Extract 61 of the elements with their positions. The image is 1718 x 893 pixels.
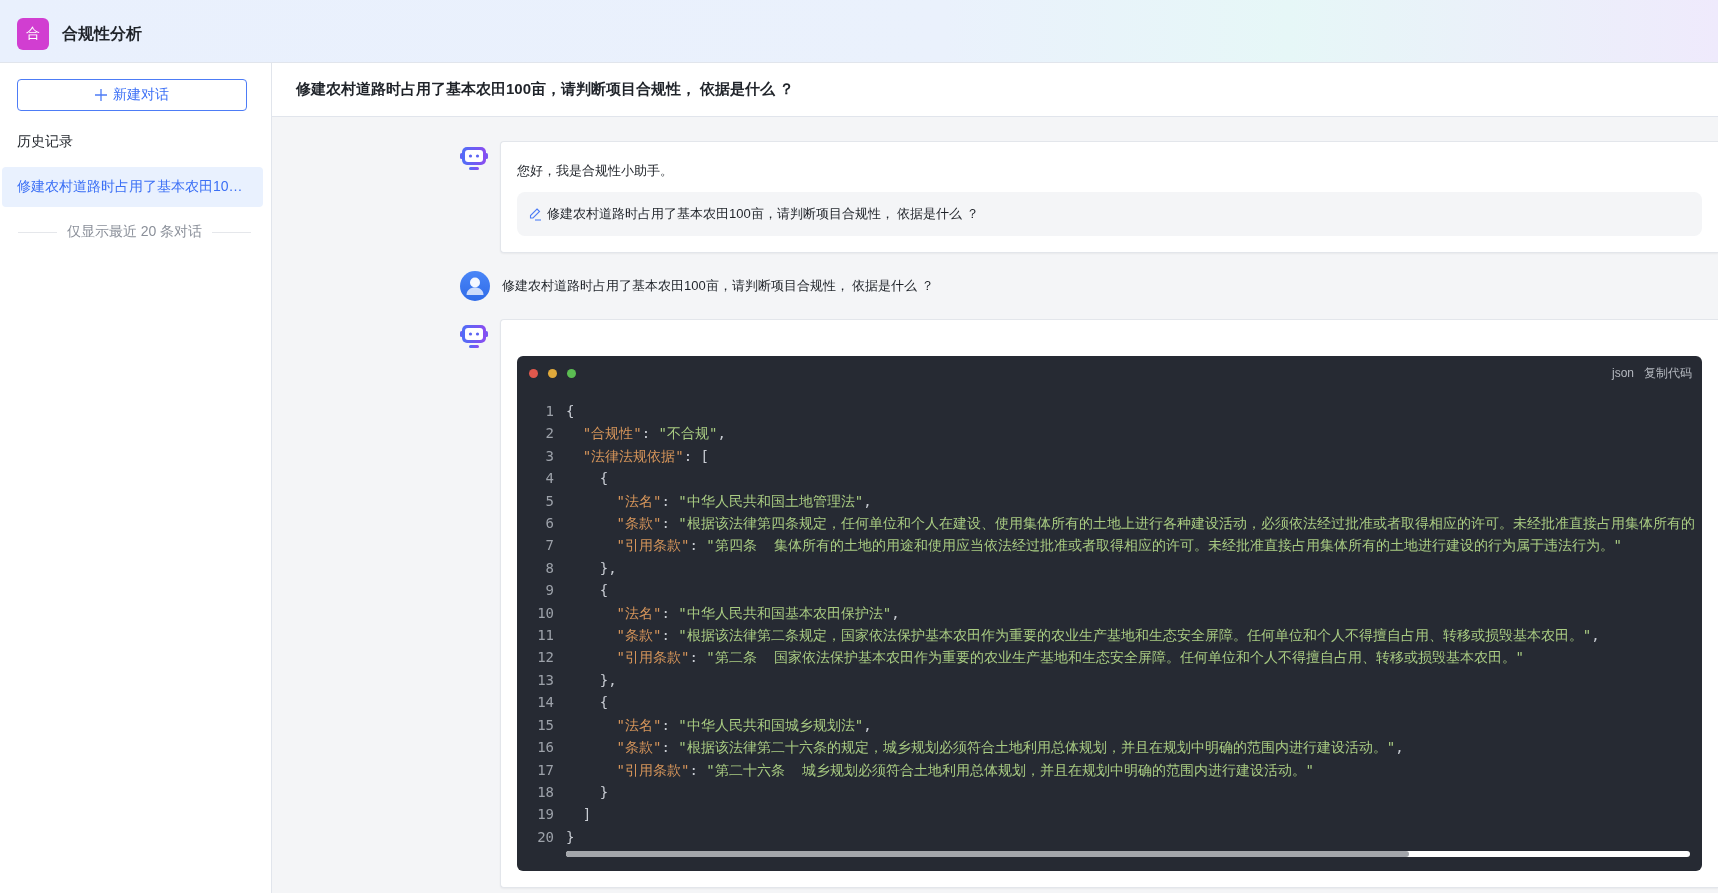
code-line: }, xyxy=(598,558,618,578)
code-line: "引用条款": "第四条 集体所有的土地的用途和使用应当依法经过批准或者取得相应的许可。未经批准直接占用集体所有的土地进行建设的行为属于违法行为。" xyxy=(615,536,1624,556)
code-line: "条款": "根据该法律第二条规定，国家依法保护基本农田作为重要的农业生产基地和生态安全屏障。任何单位和个人不得擅自占用、转移或损毁基本农田。", xyxy=(615,626,1601,646)
window-dot-icon xyxy=(548,368,557,378)
line-number: 10 xyxy=(536,603,554,623)
code-line: } xyxy=(566,827,576,847)
line-number: 15 xyxy=(536,715,554,735)
user-avatar xyxy=(460,271,490,301)
code-line: "条款": "根据该法律第四条规定，任何单位和个人在建设、使用集体所有的土地上进行各种建设活动，必须依法经过批准或者取得相应的许可。未经批准直接占用集体所有的 xyxy=(615,514,1696,534)
line-number: 11 xyxy=(536,626,554,646)
robot-icon xyxy=(460,325,488,349)
history-label: 历史记录 xyxy=(17,133,74,151)
code-line: "条款": "根据该法律第二十六条的规定，城乡规划必须符合土地利用总体规划，并且在规划中明确的范围内进行建设活动。", xyxy=(615,738,1405,758)
line-number: 18 xyxy=(536,782,554,802)
code-line: "引用条款": "第二条 国家依法保护基本农田作为重要的农业生产基地和生态安全屏障。任何单位和个人不得擅自占用、转移或损毁基本农田。" xyxy=(615,648,1526,668)
line-number: 6 xyxy=(544,514,554,534)
line-number: 12 xyxy=(536,648,554,668)
line-number: 2 xyxy=(544,424,554,444)
line-number: 14 xyxy=(536,693,554,713)
line-number: 17 xyxy=(536,760,554,780)
code-language-label: json xyxy=(1612,366,1634,380)
plus-icon xyxy=(95,89,107,101)
suggested-question[interactable]: 修建农村道路时占用了基本农田100亩，请判断项目合规性， 依据是什么 ？ xyxy=(517,192,1702,236)
line-number: 4 xyxy=(544,469,554,489)
line-number: 9 xyxy=(544,581,554,601)
copy-code-button[interactable]: 复制代码 xyxy=(1644,364,1692,382)
code-line: } xyxy=(598,782,610,802)
robot-icon xyxy=(460,147,488,171)
code-line: }, xyxy=(598,670,618,690)
line-number: 8 xyxy=(544,558,554,578)
line-number: 7 xyxy=(544,536,554,556)
user-message: 修建农村道路时占用了基本农田100亩，请判断项目合规性， 依据是什么 ？ xyxy=(502,277,934,295)
new-chat-button[interactable]: 新建对话 xyxy=(17,79,247,111)
line-number: 13 xyxy=(536,670,554,690)
code-line: { xyxy=(598,469,610,489)
code-line: "法名": "中华人民共和国土地管理法", xyxy=(615,491,873,511)
code-line: "引用条款": "第二十六条 城乡规划必须符合土地利用总体规划，并且在规划中明确的范围内进行建设活动。" xyxy=(615,760,1316,780)
code-line: "法名": "中华人民共和国基本农田保护法", xyxy=(615,603,901,623)
code-line: { xyxy=(566,402,576,421)
code-line: { xyxy=(598,693,610,713)
code-line: "法名": "中华人民共和国城乡规划法", xyxy=(615,715,873,735)
app-title: 合规性分析 xyxy=(62,23,142,44)
line-number: 5 xyxy=(544,491,554,511)
line-number: 1 xyxy=(544,402,554,421)
code-line: "法律法规依据": [ xyxy=(581,446,710,466)
line-number: 20 xyxy=(536,827,554,847)
line-number: 3 xyxy=(544,446,554,466)
conversation-title: 修建农村道路时占用了基本农田100亩，请判断项目合规性， 依据是什么 ？ xyxy=(272,63,1718,117)
message-text: 您好，我是合规性小助手。 xyxy=(517,162,674,180)
window-dot-icon xyxy=(567,368,576,378)
history-item[interactable]: 修建农村道路时占用了基本农田10… xyxy=(2,167,263,207)
window-dot-icon xyxy=(529,368,538,378)
pencil-icon xyxy=(529,207,541,221)
app-logo: 合 xyxy=(17,18,49,50)
horizontal-scrollbar[interactable] xyxy=(566,851,1690,858)
line-number: 16 xyxy=(536,738,554,758)
code-line: { xyxy=(598,581,610,601)
history-limit-note: 仅显示最近 20 条对话 xyxy=(66,223,203,241)
line-number: 19 xyxy=(536,805,554,825)
code-line: "合规性": "不合规", xyxy=(581,424,727,444)
code-line: ] xyxy=(581,805,593,825)
